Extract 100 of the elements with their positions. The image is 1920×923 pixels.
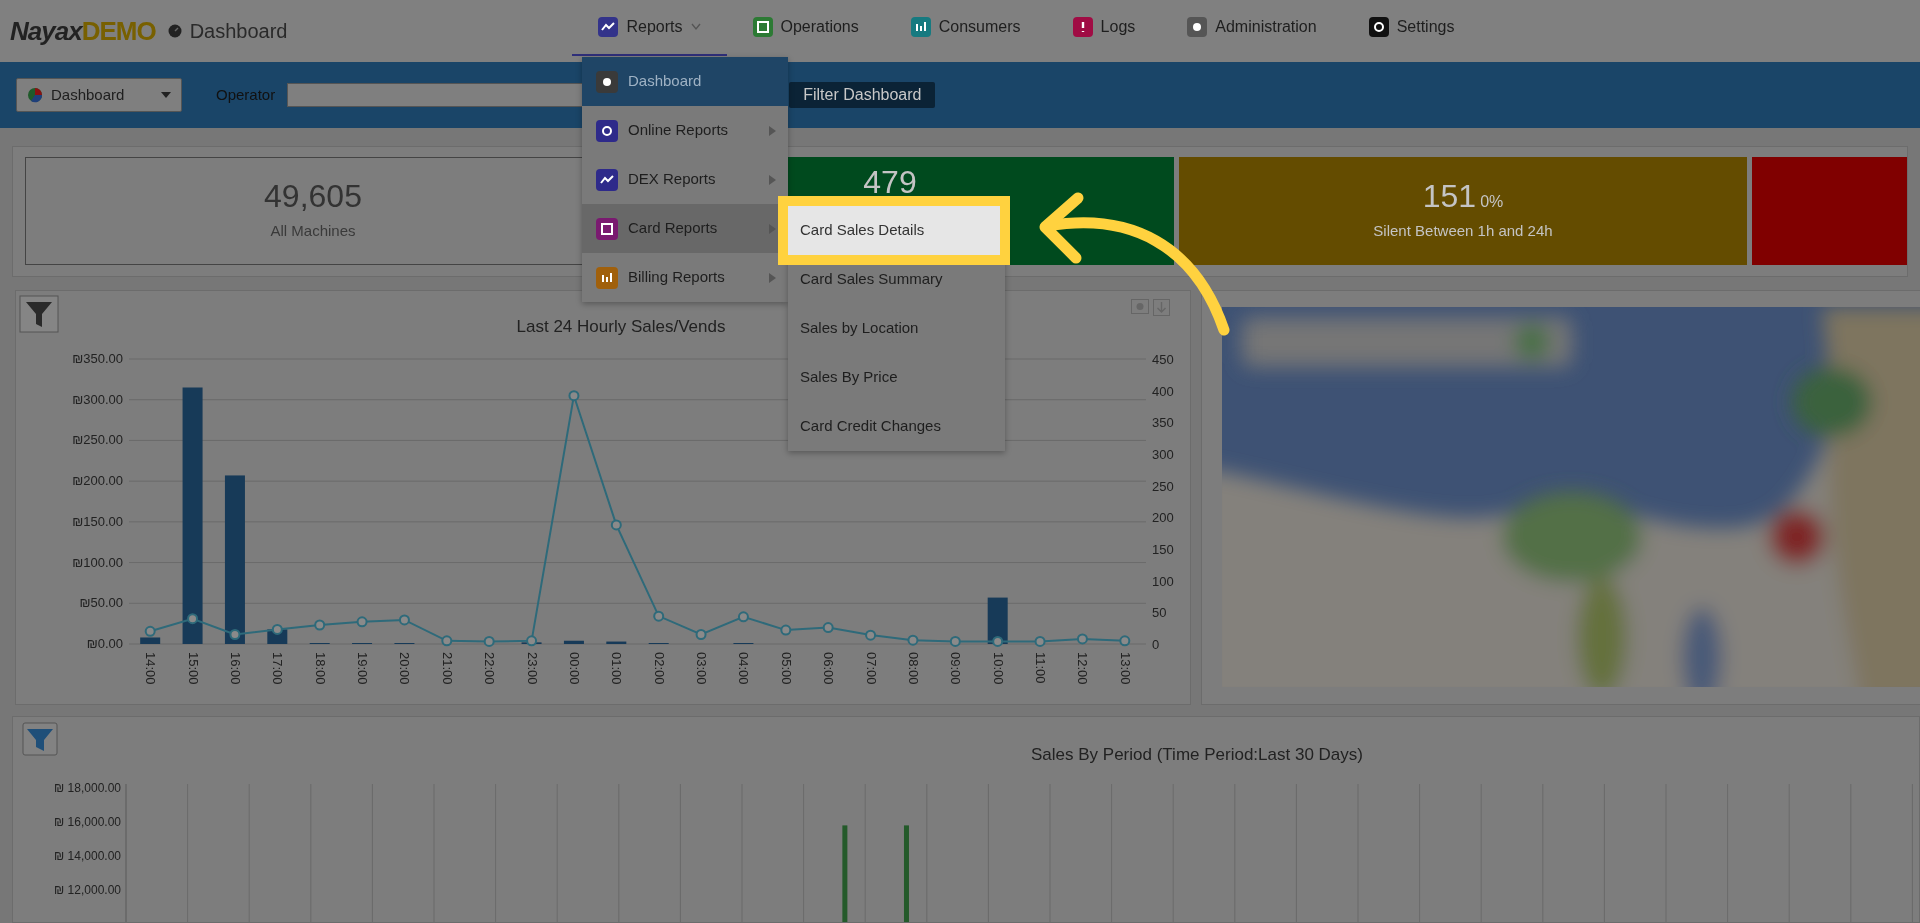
nav-tab[interactable]: Logs — [1046, 0, 1162, 56]
axis-label: 350 — [1152, 415, 1174, 431]
data-point — [144, 625, 156, 637]
axis-label: ₪ 18,000.00 — [54, 781, 121, 795]
axis-label: ₪300.00 — [72, 391, 123, 407]
axis-label: 13:00 — [1117, 652, 1133, 685]
axis-label: 21:00 — [439, 652, 455, 685]
submenu-item[interactable]: Sales By Price — [788, 353, 1005, 402]
logo: NayaxDEMO — [10, 14, 156, 48]
axis-label: ₪0.00 — [86, 636, 123, 651]
data-point — [187, 613, 199, 625]
filter-dashboard-button[interactable]: Filter Dashboard — [789, 82, 936, 108]
axis-label: ₪200.00 — [72, 473, 123, 489]
view-dropdown[interactable]: Dashboard — [16, 78, 182, 112]
pie-chart-icon — [27, 87, 43, 103]
chart-title: Sales By Period (Time Period:Last 30 Days) — [1031, 745, 1363, 764]
kpi-percent: 0% — [1480, 192, 1504, 213]
nav-tab[interactable]: Settings — [1342, 0, 1481, 56]
chart-bar — [563, 640, 584, 644]
axis-label: 03:00 — [694, 652, 710, 685]
data-point — [314, 619, 326, 631]
axis-label: 15:00 — [185, 652, 201, 685]
data-point — [483, 635, 495, 647]
data-point — [356, 616, 368, 628]
axis-label: 23:00 — [524, 652, 540, 685]
data-point — [526, 635, 538, 647]
axis-label: 250 — [1152, 478, 1174, 494]
data-point — [271, 623, 283, 635]
axis-label: ₪150.00 — [72, 513, 123, 529]
axis-label: 300 — [1152, 447, 1174, 462]
axis-label: ₪100.00 — [72, 554, 123, 570]
filter-button[interactable] — [19, 295, 59, 333]
data-point — [610, 519, 622, 531]
data-point — [398, 614, 410, 626]
menu-item[interactable]: Dashboard — [582, 57, 788, 106]
operator-label: Operator — [216, 84, 276, 105]
kpi-label: All Machines — [270, 221, 356, 242]
kpi-label: Silent Between 1h and 24h — [1373, 221, 1553, 242]
axis-label: 19:00 — [355, 652, 371, 685]
axis-label: 02:00 — [651, 652, 667, 685]
axis-label: 09:00 — [948, 652, 964, 685]
axis-label: 06:00 — [821, 652, 837, 685]
axis-label: ₪ 16,000.00 — [54, 815, 121, 829]
axis-label: 08:00 — [905, 652, 921, 685]
axis-label: 14:00 — [143, 652, 159, 685]
axis-label: 01:00 — [609, 652, 625, 685]
axis-label: 150 — [1152, 542, 1174, 557]
chart-bar — [606, 641, 627, 644]
data-point — [695, 629, 707, 640]
data-point — [229, 629, 241, 640]
axis-label: 18:00 — [312, 652, 328, 685]
axis-label: 05:00 — [778, 652, 794, 685]
kpi-value: 151 — [1422, 179, 1477, 215]
axis-label: 11:00 — [1033, 652, 1049, 684]
axis-label: ₪250.00 — [72, 432, 123, 448]
chart-title: Last 24 Hourly Sales/Vends — [516, 317, 726, 336]
axis-label: 16:00 — [227, 652, 243, 685]
data-point — [568, 390, 580, 402]
axis-label: 22:00 — [482, 652, 498, 685]
axis-label: 0 — [1152, 637, 1160, 652]
caret-icon — [690, 23, 701, 31]
data-point — [653, 610, 665, 622]
axis-label: ₪ 12,000.00 — [54, 883, 121, 897]
submenu-item[interactable]: Card Credit Changes — [788, 402, 1005, 451]
axis-label: 200 — [1152, 510, 1174, 526]
axis-label: 10:00 — [990, 652, 1006, 685]
nav-tab[interactable]: Administration — [1161, 0, 1343, 56]
axis-label: 450 — [1152, 352, 1174, 367]
nav-tab[interactable]: Operations — [726, 0, 885, 56]
data-point — [1076, 633, 1088, 645]
chart-bar — [140, 637, 161, 644]
filter-button[interactable] — [22, 722, 58, 756]
data-point — [992, 635, 1004, 647]
page-title: Dashboard — [189, 19, 288, 44]
submenu-item[interactable]: Sales by Location — [788, 304, 1005, 353]
axis-label: 50 — [1152, 605, 1167, 621]
data-point — [1034, 635, 1046, 647]
kpi-value: 49,605 — [264, 179, 362, 215]
nav-tab[interactable]: Consumers — [884, 0, 1047, 56]
axis-label: ₪ 14,000.00 — [54, 849, 121, 863]
data-point — [907, 634, 919, 646]
axis-label: 00:00 — [566, 652, 582, 685]
axis-label: ₪350.00 — [72, 351, 123, 366]
axis-label: 400 — [1152, 383, 1174, 399]
data-point — [441, 635, 453, 647]
data-point — [780, 624, 792, 636]
data-point — [1119, 635, 1131, 647]
gauge-icon — [167, 24, 182, 38]
data-point — [737, 611, 749, 623]
data-point — [865, 629, 877, 641]
axis-label: 07:00 — [863, 652, 879, 685]
axis-label: 100 — [1152, 573, 1174, 589]
data-point — [822, 622, 834, 634]
data-point — [949, 635, 961, 647]
caret-icon — [161, 92, 171, 98]
axis-label: 12:00 — [1075, 652, 1091, 685]
submenu-item[interactable]: Card Sales Details — [778, 196, 1010, 265]
axis-label: 04:00 — [736, 652, 752, 685]
axis-label: 17:00 — [270, 652, 286, 685]
menu-item[interactable]: Online Reports — [582, 106, 788, 155]
